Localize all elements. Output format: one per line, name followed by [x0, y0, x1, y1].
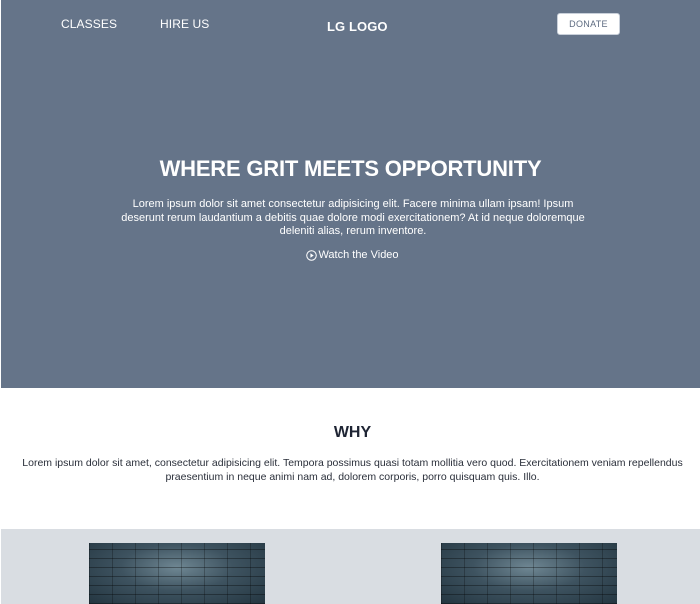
gallery-image[interactable]: [89, 543, 265, 604]
hero-title: WHERE GRIT MEETS OPPORTUNITY: [159, 156, 542, 181]
nav-link-hire-us[interactable]: HIRE US: [160, 17, 209, 31]
donate-button[interactable]: DONATE: [557, 13, 620, 35]
why-description: Lorem ipsum dolor sit amet, consectetur …: [22, 457, 683, 483]
why-title: WHY: [333, 424, 372, 441]
hero-section: CLASSES HIRE US LG LOGO DONATE WHERE GRI…: [1, 0, 700, 388]
hero-description: Lorem ipsum dolor sit amet consectetur a…: [121, 198, 585, 237]
gallery-section: [1, 529, 700, 604]
play-circle-icon: [306, 249, 318, 261]
gallery-image[interactable]: [441, 543, 617, 604]
nav-link-classes[interactable]: CLASSES: [61, 17, 117, 31]
watch-video-link[interactable]: Watch the Video: [1, 249, 700, 261]
logo[interactable]: LG LOGO: [327, 19, 388, 34]
watch-video-label: Watch the Video: [318, 249, 399, 261]
